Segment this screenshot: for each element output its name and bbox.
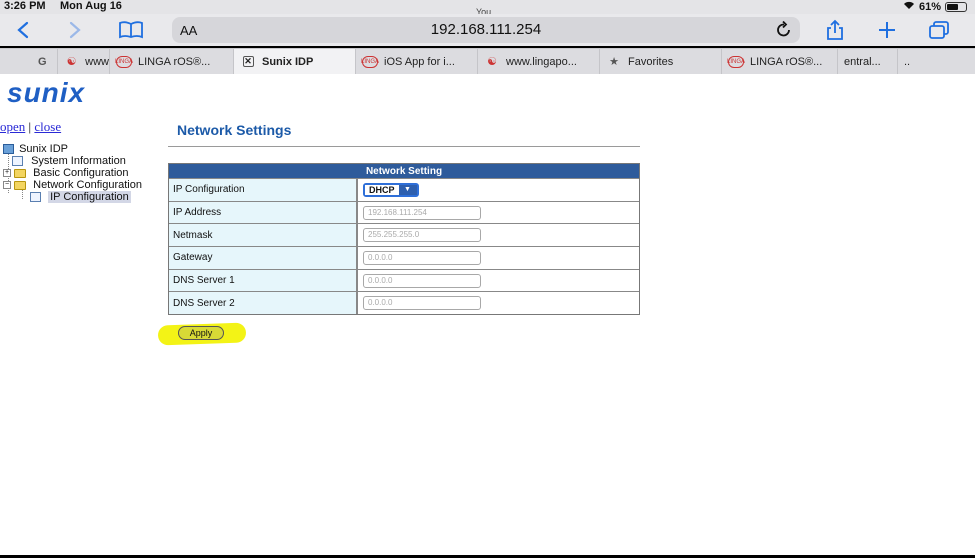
page-icon xyxy=(30,192,41,203)
title-divider xyxy=(168,146,640,147)
row-label: DNS Server 2 xyxy=(169,291,358,315)
tree-close-link[interactable]: close xyxy=(34,119,61,134)
page-icon xyxy=(12,156,23,167)
tab-bar: G ☯ www LINGA LINGA rOS®... ✕ Sunix IDP … xyxy=(0,48,975,74)
wifi-icon xyxy=(903,0,915,13)
ip-address-field[interactable]: 192.168.111.254 xyxy=(363,205,481,220)
table-header: Network Setting xyxy=(169,164,639,178)
tab-favorites[interactable]: ★ Favorites xyxy=(600,49,722,74)
person-icon: ☯ xyxy=(66,56,77,68)
table-row: DNS Server 2 0.0.0.0 xyxy=(169,291,639,315)
person-icon: ☯ xyxy=(487,56,497,68)
page-title: Network Settings xyxy=(177,122,292,138)
network-settings-table: Network Setting IP Configuration DHCP ▼ … xyxy=(168,163,640,316)
dns-server-1-field[interactable]: 0.0.0.0 xyxy=(363,273,481,288)
tab-label: Sunix IDP xyxy=(262,55,314,68)
tree-label: Network Configuration xyxy=(33,179,142,191)
star-icon: ★ xyxy=(609,56,619,68)
sunix-logo: sunix xyxy=(5,77,131,111)
linga-icon: LINGA xyxy=(115,55,133,68)
tab-ios-app[interactable]: LINGA iOS App for i... xyxy=(356,49,478,74)
chevron-down-icon: ▼ xyxy=(398,184,417,195)
battery-icon xyxy=(945,1,967,12)
bookmarks-icon[interactable] xyxy=(118,18,144,42)
tree-item-network-configuration[interactable]: − Network Configuration xyxy=(3,179,142,191)
row-label: Gateway xyxy=(169,246,358,269)
tab-label: Favorites xyxy=(628,55,674,68)
dns-server-2-field[interactable]: 0.0.0.0 xyxy=(363,296,481,311)
tab-lingapos[interactable]: ☯ www.lingapo... xyxy=(478,49,600,74)
status-bar: 3:26 PM Mon Aug 16 You 61% xyxy=(0,0,975,17)
address-bar[interactable]: AA 192.168.111.254 xyxy=(172,17,800,43)
share-icon[interactable] xyxy=(822,18,848,42)
browser-toolbar: AA 192.168.111.254 xyxy=(0,14,975,46)
row-label: IP Address xyxy=(169,200,358,224)
status-date: Mon Aug 16 xyxy=(60,0,122,12)
tree-item-system-information[interactable]: System Information xyxy=(3,155,142,167)
collapse-icon[interactable]: − xyxy=(3,181,11,190)
tree-item-root[interactable]: Sunix IDP xyxy=(3,143,142,155)
new-tab-icon[interactable] xyxy=(874,18,900,42)
tab-label: iOS App for i... xyxy=(384,55,455,68)
tree-open-link[interactable]: open xyxy=(0,119,25,134)
url-text[interactable]: 192.168.111.254 xyxy=(172,21,800,38)
close-icon[interactable]: ✕ xyxy=(240,56,256,68)
linga-icon: LINGA xyxy=(727,55,745,68)
back-icon[interactable] xyxy=(10,18,36,42)
table-row: DNS Server 1 0.0.0.0 xyxy=(169,268,639,292)
google-icon: G xyxy=(38,55,47,68)
table-row: Gateway 0.0.0.0 xyxy=(169,246,639,269)
tab-www[interactable]: ☯ www xyxy=(58,49,110,74)
select-value: DHCP xyxy=(365,184,399,195)
tabs-icon[interactable] xyxy=(926,18,952,42)
tab-label: LINGA rOS®... xyxy=(138,55,211,68)
table-row: IP Address 192.168.111.254 xyxy=(169,200,639,224)
status-time: 3:26 PM xyxy=(4,0,46,12)
web-page: sunix open | close Sunix IDP System Info… xyxy=(0,74,975,555)
tab-label: www xyxy=(85,55,109,68)
status-right: 61% xyxy=(903,0,967,13)
tree-label: Sunix IDP xyxy=(19,143,68,155)
ip-configuration-select[interactable]: DHCP ▼ xyxy=(363,182,419,197)
tab-label: .. xyxy=(904,55,911,68)
expand-icon[interactable]: + xyxy=(3,169,11,178)
folder-open-icon xyxy=(14,180,27,190)
tree-toggle: open | close xyxy=(0,119,61,135)
tab-label: www.lingapo... xyxy=(506,55,577,68)
tree-separator: | xyxy=(28,119,32,134)
tab-central[interactable]: entral... xyxy=(838,49,898,74)
tab-linga-ros[interactable]: LINGA LINGA rOS®... xyxy=(110,49,234,74)
tab-label: entral... xyxy=(844,55,881,68)
tree-label: System Information xyxy=(31,155,126,167)
table-row: Netmask 255.255.255.0 xyxy=(169,223,639,247)
linga-icon: LINGA xyxy=(361,55,379,68)
tree-label: IP Configuration xyxy=(48,191,131,203)
tree-item-ip-configuration[interactable]: IP Configuration xyxy=(3,191,142,203)
gateway-field[interactable]: 0.0.0.0 xyxy=(363,250,481,265)
tab-sunix-idp[interactable]: ✕ Sunix IDP xyxy=(234,49,356,74)
nav-tree: Sunix IDP System Information + Basic Con… xyxy=(3,143,142,203)
tab-more[interactable]: .. xyxy=(898,49,955,74)
forward-icon[interactable] xyxy=(62,18,88,42)
tree-item-basic-configuration[interactable]: + Basic Configuration xyxy=(3,167,142,179)
computer-icon xyxy=(3,144,14,155)
tree-label: Basic Configuration xyxy=(33,167,129,179)
folder-icon xyxy=(14,168,27,178)
table-row: IP Configuration DHCP ▼ xyxy=(169,178,639,201)
tab-linga-ros-2[interactable]: LINGA LINGA rOS®... xyxy=(722,49,838,74)
svg-text:sunix: sunix xyxy=(7,80,86,106)
netmask-field[interactable]: 255.255.255.0 xyxy=(363,228,481,243)
battery-percent: 61% xyxy=(918,0,941,13)
row-label: Netmask xyxy=(169,223,358,247)
row-label: DNS Server 1 xyxy=(169,268,358,292)
apply-button[interactable]: Apply xyxy=(178,326,224,340)
reload-icon[interactable] xyxy=(776,20,792,43)
row-label: IP Configuration xyxy=(169,178,358,201)
tab-label: LINGA rOS®... xyxy=(750,55,823,68)
tab-google[interactable]: G xyxy=(0,49,58,74)
